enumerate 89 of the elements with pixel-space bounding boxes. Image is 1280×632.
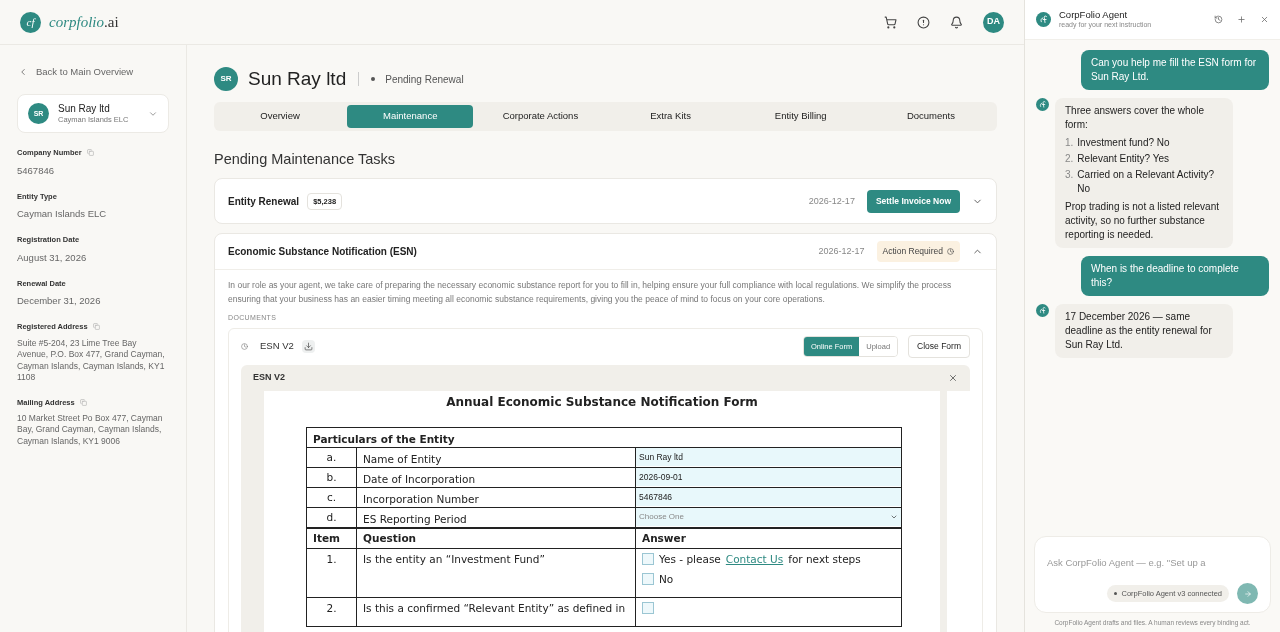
contact-us-link[interactable]: Contact Us <box>725 552 784 565</box>
option-label: Yes - please <box>659 552 721 565</box>
download-icon[interactable] <box>301 339 315 353</box>
logo-icon <box>1036 12 1051 27</box>
column-header: Answer <box>635 528 902 549</box>
logo-icon <box>1036 98 1049 111</box>
clock-icon <box>241 342 248 350</box>
table-cell: Date of Incorporation <box>356 467 636 488</box>
tab[interactable]: Corporate Actions <box>477 104 604 128</box>
message-text: Three answers cover the whole form: <box>1065 105 1204 130</box>
task-title: Economic Substance Notification (ESN) <box>228 245 417 260</box>
message-text: Prop trading is not a listed relevant activity, so no further substance reporting is needed. <box>1065 200 1220 242</box>
copy-icon[interactable] <box>79 398 87 406</box>
copy-icon[interactable] <box>86 149 94 157</box>
due-date: 2026-12-17 <box>808 194 855 208</box>
back-link[interactable]: Back to Main Overview <box>36 65 134 80</box>
plus-icon[interactable] <box>1237 15 1246 24</box>
arrow-icon <box>1243 589 1252 598</box>
list-item: Carried on a Relevant Activity? No <box>1077 168 1216 196</box>
table-cell: Name of Entity <box>356 447 636 468</box>
copy-icon[interactable] <box>92 323 100 331</box>
table-cell: ES Reporting Period <box>356 507 636 528</box>
field-value: August 31, 2026 <box>17 250 88 265</box>
table-cell: b. <box>306 467 357 488</box>
table-cell: c. <box>306 487 357 508</box>
field-value: Cayman Islands ELC <box>17 207 108 221</box>
field-value: December 31, 2026 <box>17 294 102 308</box>
history-icon[interactable] <box>1214 15 1223 24</box>
chat-input[interactable]: Ask CorpFolio Agent — e.g. "Set up a <box>1047 556 1258 571</box>
message-text: 17 December 2026 — same deadline as the entity renewal for Sun Ray Ltd. <box>1065 311 1212 350</box>
status-text: Pending Renewal <box>385 72 464 87</box>
table-cell: 2. <box>306 597 357 627</box>
alert-icon[interactable] <box>917 15 930 29</box>
task-description: In our role as your agent, we take care of preparing the necessary economic substance report for you to fill in, helping ensure your full compliance with local regulations. We simplify the process ensuring that your business has an easier timing meeting all economic substance requirements, giving you the peace of mind to focus on your core operations. <box>228 279 953 307</box>
option-label: for next steps <box>788 552 861 565</box>
list-item: Relevant Entity? Yes <box>1077 152 1170 166</box>
agent-title: CorpFolio Agent <box>1059 9 1129 22</box>
user-message: When is the deadline to complete this? <box>1081 256 1269 296</box>
form-input[interactable]: 2026-09-01 <box>636 468 901 487</box>
tab[interactable]: Documents <box>867 104 994 128</box>
list-number: 1. <box>1065 136 1074 150</box>
column-header: Item <box>306 528 357 549</box>
form-title: Annual Economic Substance Notification Form <box>445 393 759 411</box>
table-cell: Is this a confirmed “Relevant Entity” as defined in <box>356 597 636 627</box>
field-value: 5467846 <box>17 163 55 178</box>
checkbox[interactable] <box>642 572 654 585</box>
status-badge: Action Required <box>876 241 960 263</box>
entity-avatar: SR <box>214 67 238 92</box>
settle-invoice-button[interactable]: Settle Invoice Now <box>866 189 960 213</box>
document-name: ESN V2 <box>260 339 294 354</box>
tab[interactable]: Extra Kits <box>607 104 734 128</box>
task-title: Entity Renewal <box>228 194 300 209</box>
logo-icon <box>1036 304 1049 317</box>
field-value: 10 Market Street Po Box 477, Cayman Bay, Grand Cayman, Cayman Islands, Cayman Islands, KY1 9006 <box>17 412 164 448</box>
close-icon[interactable] <box>948 372 958 383</box>
list-item: Investment fund? No <box>1077 136 1170 150</box>
form-input[interactable]: Sun Ray ltd <box>636 448 901 467</box>
table-cell: 1. <box>306 548 357 598</box>
entity-name: Sun Ray ltd <box>58 102 111 116</box>
viewer-title: ESN V2 <box>253 371 285 384</box>
table-cell: Incorporation Number <box>356 487 636 508</box>
checkbox[interactable] <box>642 601 654 614</box>
user-avatar[interactable]: DA <box>983 11 1004 33</box>
tab[interactable]: Maintenance <box>347 104 474 128</box>
due-date: 2026-12-17 <box>818 245 865 258</box>
logo-text: corpfolio.ai <box>49 12 119 32</box>
section-title: Pending Maintenance Tasks <box>214 149 397 169</box>
user-message: Can you help me fill the ESN form for Sun Ray Ltd. <box>1081 50 1269 90</box>
table-cell: Is the entity an “Investment Fund” <box>356 548 636 598</box>
table-heading: Particulars of the Entity <box>306 427 902 448</box>
cart-icon[interactable] <box>884 15 897 29</box>
table-cell: a. <box>306 447 357 468</box>
close-icon[interactable] <box>1260 15 1269 24</box>
close-form-button[interactable]: Close Form <box>908 334 970 358</box>
send-button[interactable] <box>1237 583 1258 605</box>
column-header: Question <box>356 528 636 549</box>
form-input[interactable]: 5467846 <box>636 488 901 507</box>
bell-icon[interactable] <box>950 15 963 29</box>
list-number: 3. <box>1065 168 1074 182</box>
entity-title: Sun Ray ltd <box>248 67 347 91</box>
tab[interactable]: Entity Billing <box>737 104 864 128</box>
logo-mark: cf <box>20 11 41 33</box>
table-cell: d. <box>306 507 357 528</box>
list-number: 2. <box>1065 152 1074 166</box>
period-select[interactable]: Choose One <box>636 508 901 527</box>
checkbox[interactable] <box>642 552 654 565</box>
tab[interactable]: Overview <box>217 104 344 128</box>
field-value: Suite #5-204, 23 Lime Tree Bay Avenue, P.O. Box 477, Grand Cayman, Cayman Islands, Cayman Islands, KY1 1108 <box>17 337 166 384</box>
option-label: No <box>659 572 674 585</box>
